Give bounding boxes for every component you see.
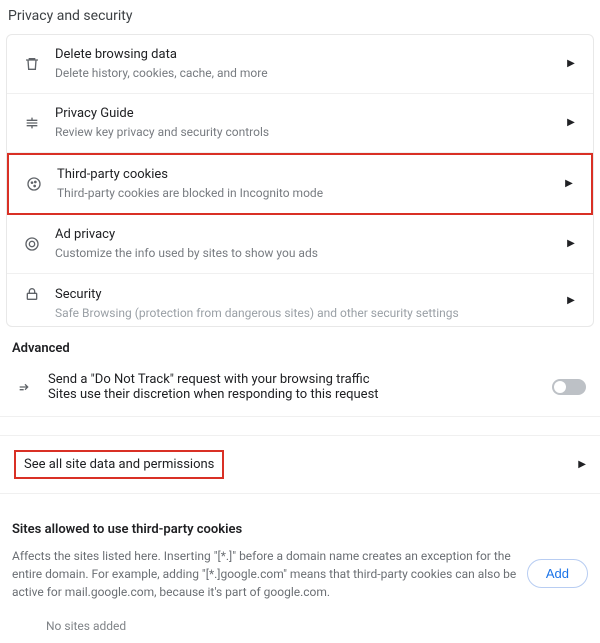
dnt-title: Send a "Do Not Track" request with your …: [48, 372, 552, 387]
row-title: Delete browsing data: [55, 46, 563, 64]
row-subtitle: Safe Browsing (protection from dangerous…: [55, 305, 563, 322]
row-subtitle: Customize the info used by sites to show…: [55, 245, 563, 262]
guide-icon: [21, 115, 43, 131]
page-title: Privacy and security: [0, 0, 600, 34]
see-all-site-data-label: See all site data and permissions: [14, 450, 224, 479]
row-do-not-track: Send a "Do Not Track" request with your …: [0, 362, 600, 417]
advanced-label: Advanced: [0, 327, 600, 362]
row-delete-browsing-data[interactable]: Delete browsing data Delete history, coo…: [7, 35, 593, 94]
row-third-party-cookies[interactable]: Third-party cookies Third-party cookies …: [7, 153, 593, 215]
chevron-right-icon: ▶: [563, 238, 579, 249]
row-ad-privacy[interactable]: Ad privacy Customize the info used by si…: [7, 215, 593, 274]
row-title: Security: [55, 286, 563, 304]
no-sites-added-label: No sites added: [12, 601, 588, 633]
row-subtitle: Review key privacy and security controls: [55, 124, 563, 141]
row-subtitle: Third-party cookies are blocked in Incog…: [57, 185, 561, 202]
add-button[interactable]: Add: [527, 559, 588, 588]
chevron-right-icon: ▶: [563, 58, 579, 69]
chevron-right-icon: ▶: [563, 117, 579, 128]
row-title: Third-party cookies: [57, 166, 561, 184]
chevron-right-icon: ▶: [578, 459, 586, 470]
third-party-description: Affects the sites listed here. Inserting…: [12, 547, 517, 601]
trash-icon: [21, 56, 43, 72]
ad-privacy-icon: [21, 236, 43, 252]
chevron-right-icon: ▶: [561, 178, 577, 189]
dnt-arrow-icon: [14, 379, 36, 395]
third-party-heading: Sites allowed to use third-party cookies: [12, 522, 588, 537]
row-privacy-guide[interactable]: Privacy Guide Review key privacy and sec…: [7, 94, 593, 153]
third-party-section: Sites allowed to use third-party cookies…: [0, 494, 600, 643]
chevron-right-icon: ▶: [563, 295, 579, 306]
row-see-all-site-data[interactable]: See all site data and permissions ▶: [0, 435, 600, 494]
dnt-toggle[interactable]: [552, 379, 586, 395]
row-subtitle: Delete history, cookies, cache, and more: [55, 65, 563, 82]
lock-icon: [21, 286, 43, 302]
settings-card: Delete browsing data Delete history, coo…: [6, 34, 594, 327]
row-title: Ad privacy: [55, 226, 563, 244]
cookie-icon: [23, 176, 45, 192]
row-title: Privacy Guide: [55, 105, 563, 123]
dnt-subtitle: Sites use their discretion when respondi…: [48, 387, 552, 402]
row-security[interactable]: Security Safe Browsing (protection from …: [7, 274, 593, 326]
